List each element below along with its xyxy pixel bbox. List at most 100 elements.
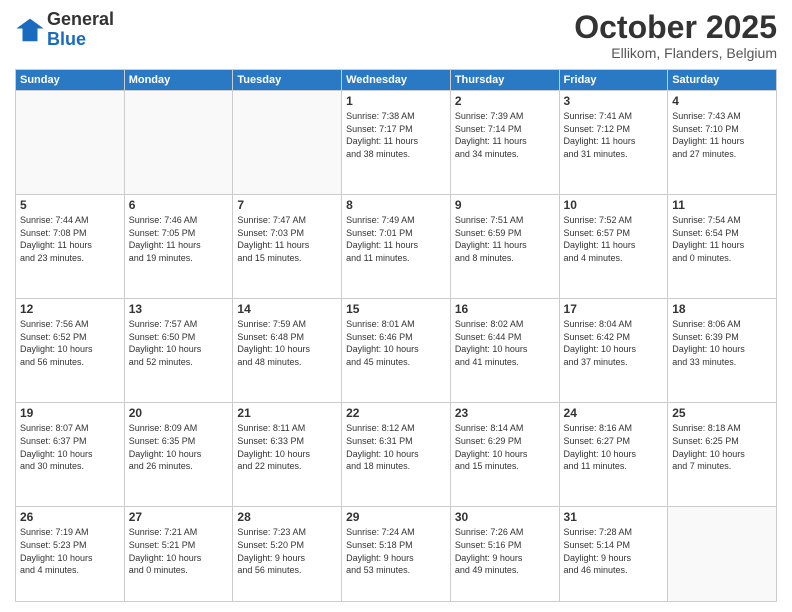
day-number: 13 [129,302,229,316]
day-info: Sunrise: 8:16 AM Sunset: 6:27 PM Dayligh… [564,422,664,472]
day-info: Sunrise: 7:59 AM Sunset: 6:48 PM Dayligh… [237,318,337,368]
day-info: Sunrise: 7:28 AM Sunset: 5:14 PM Dayligh… [564,526,664,576]
day-info: Sunrise: 7:54 AM Sunset: 6:54 PM Dayligh… [672,214,772,264]
day-cell-0-3: 1Sunrise: 7:38 AM Sunset: 7:17 PM Daylig… [342,91,451,195]
day-cell-1-3: 8 Sunrise: 7:49 AM Sunset: 7:01 PM Daylig… [342,195,451,299]
logo: General Blue [15,10,114,50]
day-cell-2-0: 12Sunrise: 7:56 AM Sunset: 6:52 PM Dayli… [16,299,125,403]
day-info: Sunrise: 7:21 AM Sunset: 5:21 PM Dayligh… [129,526,229,576]
logo-blue-text: Blue [47,30,114,50]
day-number: 16 [455,302,555,316]
day-info: Sunrise: 7:47 AM Sunset: 7:03 PM Dayligh… [237,214,337,264]
day-info: Sunrise: 7:38 AM Sunset: 7:17 PM Dayligh… [346,110,446,160]
day-info: Sunrise: 8:18 AM Sunset: 6:25 PM Dayligh… [672,422,772,472]
calendar-table: Sunday Monday Tuesday Wednesday Thursday… [15,69,777,602]
day-cell-4-6 [668,507,777,602]
week-row-2: 12Sunrise: 7:56 AM Sunset: 6:52 PM Dayli… [16,299,777,403]
day-number: 8 [346,198,446,212]
col-sunday: Sunday [16,70,125,91]
day-info: Sunrise: 7:51 AM Sunset: 6:59 PM Dayligh… [455,214,555,264]
day-cell-4-0: 26 Sunrise: 7:19 AM Sunset: 5:23 PM Dayli… [16,507,125,602]
day-info: Sunrise: 7:41 AM Sunset: 7:12 PM Dayligh… [564,110,664,160]
day-cell-1-1: 6Sunrise: 7:46 AM Sunset: 7:05 PM Daylig… [124,195,233,299]
day-cell-1-5: 10 Sunrise: 7:52 AM Sunset: 6:57 PM Dayli… [559,195,668,299]
day-info: Sunrise: 7:56 AM Sunset: 6:52 PM Dayligh… [20,318,120,368]
month-title: October 2025 [574,10,777,45]
col-thursday: Thursday [450,70,559,91]
day-number: 4 [672,94,772,108]
day-cell-3-1: 20 Sunrise: 8:09 AM Sunset: 6:35 PM Dayli… [124,403,233,507]
day-cell-0-2 [233,91,342,195]
col-wednesday: Wednesday [342,70,451,91]
day-info: Sunrise: 7:57 AM Sunset: 6:50 PM Dayligh… [129,318,229,368]
day-info: Sunrise: 7:39 AM Sunset: 7:14 PM Dayligh… [455,110,555,160]
day-number: 28 [237,510,337,524]
day-cell-4-5: 31 Sunrise: 7:28 AM Sunset: 5:14 PM Dayli… [559,507,668,602]
week-row-4: 26 Sunrise: 7:19 AM Sunset: 5:23 PM Dayli… [16,507,777,602]
day-info: Sunrise: 7:52 AM Sunset: 6:57 PM Dayligh… [564,214,664,264]
day-cell-4-1: 27 Sunrise: 7:21 AM Sunset: 5:21 PM Dayli… [124,507,233,602]
col-saturday: Saturday [668,70,777,91]
day-number: 15 [346,302,446,316]
day-info: Sunrise: 8:01 AM Sunset: 6:46 PM Dayligh… [346,318,446,368]
day-info: Sunrise: 7:49 AM Sunset: 7:01 PM Dayligh… [346,214,446,264]
day-cell-2-2: 14 Sunrise: 7:59 AM Sunset: 6:48 PM Dayli… [233,299,342,403]
day-number: 24 [564,406,664,420]
day-cell-0-5: 3 Sunrise: 7:41 AM Sunset: 7:12 PM Daylig… [559,91,668,195]
logo-general-text: General [47,10,114,30]
day-number: 5 [20,198,120,212]
day-number: 26 [20,510,120,524]
day-cell-2-1: 13 Sunrise: 7:57 AM Sunset: 6:50 PM Dayli… [124,299,233,403]
day-cell-4-4: 30Sunrise: 7:26 AM Sunset: 5:16 PM Dayli… [450,507,559,602]
day-number: 22 [346,406,446,420]
day-info: Sunrise: 7:24 AM Sunset: 5:18 PM Dayligh… [346,526,446,576]
day-info: Sunrise: 8:09 AM Sunset: 6:35 PM Dayligh… [129,422,229,472]
week-row-3: 19Sunrise: 8:07 AM Sunset: 6:37 PM Dayli… [16,403,777,507]
day-cell-0-1 [124,91,233,195]
day-cell-2-4: 16 Sunrise: 8:02 AM Sunset: 6:44 PM Dayli… [450,299,559,403]
day-number: 21 [237,406,337,420]
day-number: 14 [237,302,337,316]
day-info: Sunrise: 8:04 AM Sunset: 6:42 PM Dayligh… [564,318,664,368]
week-row-1: 5Sunrise: 7:44 AM Sunset: 7:08 PM Daylig… [16,195,777,299]
day-cell-3-3: 22 Sunrise: 8:12 AM Sunset: 6:31 PM Dayli… [342,403,451,507]
day-info: Sunrise: 7:46 AM Sunset: 7:05 PM Dayligh… [129,214,229,264]
page-container: General Blue October 2025 Ellikom, Fland… [0,0,792,612]
day-number: 27 [129,510,229,524]
day-number: 25 [672,406,772,420]
day-number: 23 [455,406,555,420]
header: General Blue October 2025 Ellikom, Fland… [15,10,777,61]
day-number: 7 [237,198,337,212]
day-cell-2-3: 15 Sunrise: 8:01 AM Sunset: 6:46 PM Dayli… [342,299,451,403]
col-friday: Friday [559,70,668,91]
day-number: 9 [455,198,555,212]
day-cell-1-6: 11Sunrise: 7:54 AM Sunset: 6:54 PM Dayli… [668,195,777,299]
day-number: 2 [455,94,555,108]
day-info: Sunrise: 8:12 AM Sunset: 6:31 PM Dayligh… [346,422,446,472]
day-cell-4-2: 28Sunrise: 7:23 AM Sunset: 5:20 PM Dayli… [233,507,342,602]
day-number: 30 [455,510,555,524]
day-cell-2-5: 17Sunrise: 8:04 AM Sunset: 6:42 PM Dayli… [559,299,668,403]
day-cell-1-2: 7 Sunrise: 7:47 AM Sunset: 7:03 PM Daylig… [233,195,342,299]
day-cell-0-6: 4Sunrise: 7:43 AM Sunset: 7:10 PM Daylig… [668,91,777,195]
logo-text: General Blue [47,10,114,50]
day-cell-3-5: 24 Sunrise: 8:16 AM Sunset: 6:27 PM Dayli… [559,403,668,507]
col-monday: Monday [124,70,233,91]
day-cell-3-4: 23 Sunrise: 8:14 AM Sunset: 6:29 PM Dayli… [450,403,559,507]
day-info: Sunrise: 8:02 AM Sunset: 6:44 PM Dayligh… [455,318,555,368]
day-number: 18 [672,302,772,316]
day-number: 31 [564,510,664,524]
day-number: 20 [129,406,229,420]
day-cell-3-6: 25 Sunrise: 8:18 AM Sunset: 6:25 PM Dayli… [668,403,777,507]
day-cell-0-0 [16,91,125,195]
day-number: 10 [564,198,664,212]
day-info: Sunrise: 7:19 AM Sunset: 5:23 PM Dayligh… [20,526,120,576]
day-cell-3-0: 19Sunrise: 8:07 AM Sunset: 6:37 PM Dayli… [16,403,125,507]
logo-icon [15,15,45,45]
day-info: Sunrise: 8:07 AM Sunset: 6:37 PM Dayligh… [20,422,120,472]
day-cell-4-3: 29Sunrise: 7:24 AM Sunset: 5:18 PM Dayli… [342,507,451,602]
day-info: Sunrise: 8:14 AM Sunset: 6:29 PM Dayligh… [455,422,555,472]
day-number: 3 [564,94,664,108]
title-block: October 2025 Ellikom, Flanders, Belgium [574,10,777,61]
day-cell-0-4: 2 Sunrise: 7:39 AM Sunset: 7:14 PM Daylig… [450,91,559,195]
